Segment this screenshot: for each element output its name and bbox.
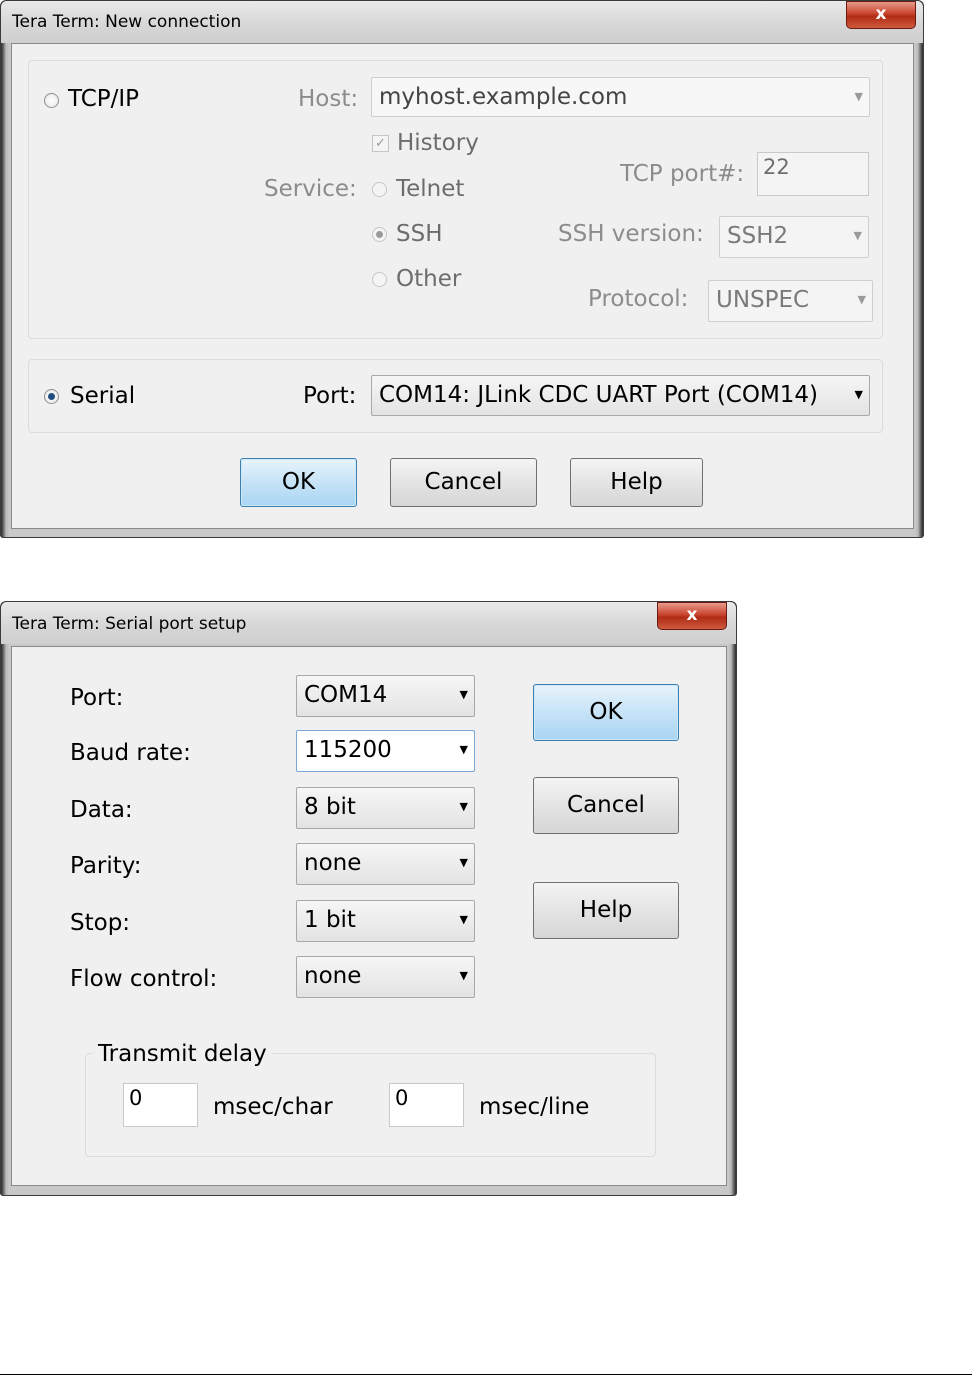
history-checkbox[interactable]: ✓: [372, 135, 389, 152]
serial-label: Serial: [70, 383, 136, 409]
chevron-down-icon: ▼: [459, 913, 468, 926]
telnet-radio[interactable]: [372, 182, 387, 197]
ssh-version-value: SSH2: [727, 223, 789, 249]
ssh-version-combobox[interactable]: SSH2 ▼: [719, 216, 869, 258]
parity-combobox[interactable]: none ▼: [296, 843, 475, 885]
host-combobox[interactable]: myhost.example.com ▼: [371, 77, 870, 117]
transmit-delay-title: Transmit delay: [93, 1041, 272, 1067]
close-button[interactable]: x: [846, 1, 916, 29]
other-radio[interactable]: [372, 272, 387, 287]
window-title: Tera Term: Serial port setup: [12, 614, 247, 634]
stop-combobox[interactable]: 1 bit ▼: [296, 900, 475, 942]
chevron-down-icon: ▼: [459, 688, 468, 701]
port-label: Port:: [70, 685, 124, 711]
protocol-combobox[interactable]: UNSPEC ▼: [708, 280, 873, 322]
serial-port-value: COM14: JLink CDC UART Port (COM14): [379, 382, 819, 408]
chevron-down-icon: ▼: [459, 743, 468, 756]
tcp-port-field[interactable]: 22: [757, 152, 869, 196]
flow-control-value: none: [304, 963, 362, 989]
dialog-client-area: TCP/IP Host: myhost.example.com ▼ ✓ Hist…: [11, 43, 914, 529]
history-label: History: [397, 130, 479, 156]
chevron-down-icon: ▼: [854, 90, 863, 103]
title-bar[interactable]: Tera Term: Serial port setup: [1, 602, 736, 644]
chevron-down-icon: ▼: [857, 293, 866, 306]
chevron-down-icon: ▼: [459, 800, 468, 813]
chevron-down-icon: ▼: [459, 969, 468, 982]
data-combobox[interactable]: 8 bit ▼: [296, 787, 475, 829]
help-button[interactable]: Help: [533, 882, 679, 939]
help-button[interactable]: Help: [570, 458, 703, 507]
parity-label: Parity:: [70, 853, 142, 879]
chevron-down-icon: ▼: [854, 388, 863, 401]
flow-control-label: Flow control:: [70, 966, 218, 992]
stop-value: 1 bit: [304, 907, 356, 933]
baud-rate-value: 115200: [304, 737, 392, 763]
parity-value: none: [304, 850, 362, 876]
msec-char-label: msec/char: [213, 1094, 333, 1120]
serial-radio[interactable]: [44, 389, 59, 404]
service-label: Service:: [264, 176, 357, 202]
protocol-label: Protocol:: [588, 286, 689, 312]
msec-char-field[interactable]: 0: [123, 1083, 198, 1127]
protocol-value: UNSPEC: [716, 287, 810, 313]
tcpip-label: TCP/IP: [68, 86, 140, 112]
host-label: Host:: [298, 86, 359, 112]
baud-rate-label: Baud rate:: [70, 740, 191, 766]
telnet-label: Telnet: [396, 176, 465, 202]
msec-line-field[interactable]: 0: [389, 1083, 464, 1127]
close-button[interactable]: x: [657, 602, 727, 630]
ok-button[interactable]: OK: [240, 458, 357, 507]
ssh-radio[interactable]: [372, 227, 387, 242]
port-combobox[interactable]: COM14 ▼: [296, 675, 475, 717]
serial-port-setup-dialog: Tera Term: Serial port setup x Port: COM…: [0, 601, 737, 1196]
tcpip-radio[interactable]: [44, 93, 59, 108]
port-label: Port:: [303, 383, 357, 409]
other-label: Other: [396, 266, 462, 292]
window-title: Tera Term: New connection: [12, 12, 242, 32]
ok-button[interactable]: OK: [533, 684, 679, 741]
chevron-down-icon: ▼: [853, 229, 862, 242]
msec-line-label: msec/line: [479, 1094, 590, 1120]
ssh-label: SSH: [396, 221, 443, 247]
cancel-button[interactable]: Cancel: [533, 777, 679, 834]
cancel-button[interactable]: Cancel: [390, 458, 537, 507]
ssh-version-label: SSH version:: [558, 221, 704, 247]
baud-rate-combobox[interactable]: 115200 ▼: [296, 730, 475, 772]
serial-port-combobox[interactable]: COM14: JLink CDC UART Port (COM14) ▼: [371, 375, 870, 416]
new-connection-dialog: Tera Term: New connection x TCP/IP Host:…: [0, 0, 924, 538]
tcp-port-label: TCP port#:: [620, 161, 745, 187]
port-value: COM14: [304, 682, 388, 708]
stop-label: Stop:: [70, 910, 131, 936]
flow-control-combobox[interactable]: none ▼: [296, 956, 475, 998]
title-bar[interactable]: Tera Term: New connection: [1, 1, 923, 43]
data-label: Data:: [70, 797, 133, 823]
chevron-down-icon: ▼: [459, 856, 468, 869]
data-value: 8 bit: [304, 794, 356, 820]
host-value: myhost.example.com: [379, 84, 628, 110]
dialog-client-area: Port: COM14 ▼ Baud rate: 115200 ▼ Data: …: [11, 646, 727, 1186]
page-bottom-rule: [0, 1374, 972, 1375]
